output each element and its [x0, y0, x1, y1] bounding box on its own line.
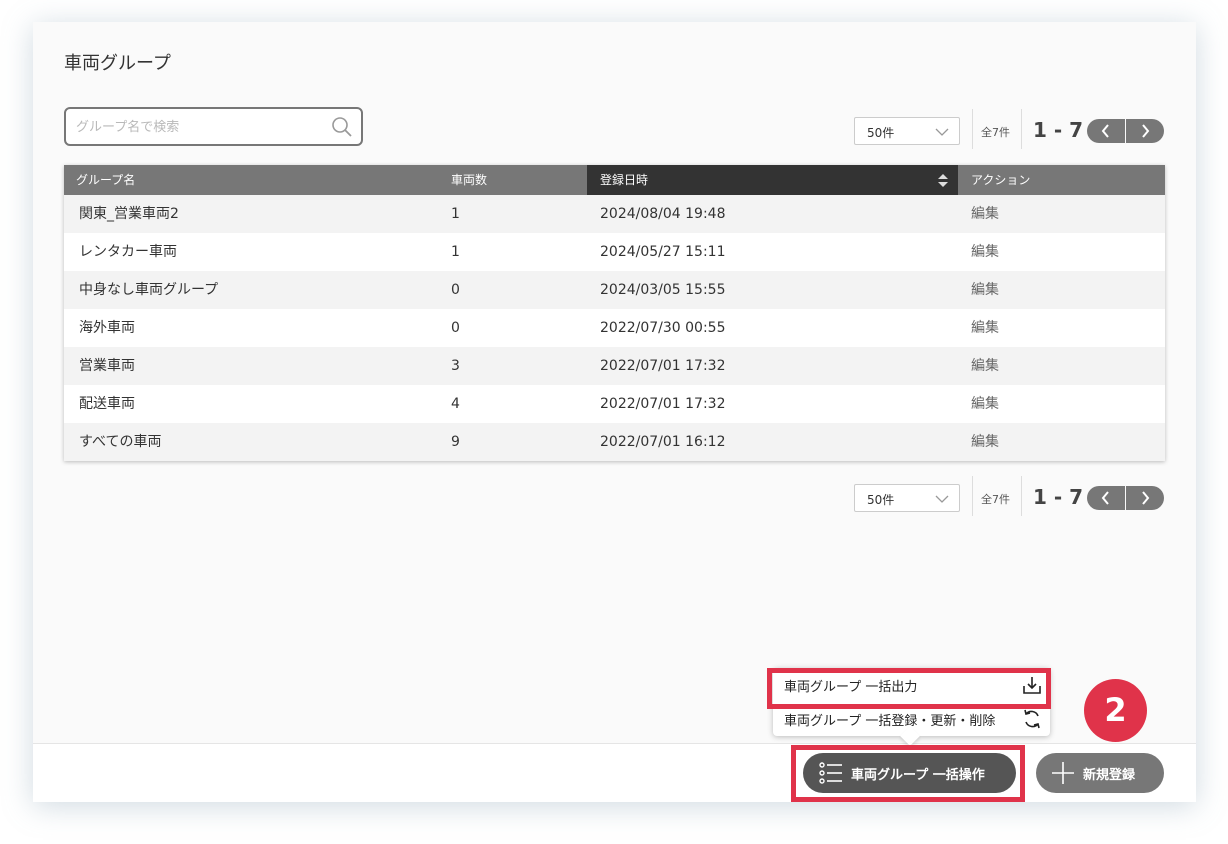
- column-header-name[interactable]: グループ名: [64, 165, 436, 195]
- total-count: 全7件: [981, 493, 1010, 506]
- search-box[interactable]: [64, 107, 363, 146]
- cell-vehicle-count: 9: [451, 434, 460, 450]
- page-title: 車両グループ: [64, 53, 171, 74]
- chevron-left-icon: [1101, 491, 1109, 505]
- sort-icon[interactable]: [938, 174, 948, 187]
- prev-page-button[interactable]: [1087, 119, 1125, 143]
- per-page-value: 50件: [867, 493, 895, 507]
- edit-link[interactable]: 編集: [971, 195, 999, 233]
- step-badge: 2: [1084, 679, 1147, 742]
- chevron-down-icon: [935, 495, 949, 503]
- column-header-label: 登録日時: [600, 173, 649, 187]
- cell-group-name: 営業車両: [79, 358, 135, 374]
- per-page-value: 50件: [867, 126, 895, 140]
- table-row[interactable]: すべての車両 9 2022/07/01 16:12 編集: [64, 423, 1165, 461]
- column-header-label: 車両数: [451, 173, 488, 187]
- plus-icon: [1052, 762, 1074, 784]
- cell-group-name: 関東_営業車両2: [79, 206, 179, 222]
- edit-link[interactable]: 編集: [971, 233, 999, 271]
- cell-vehicle-count: 1: [451, 244, 460, 260]
- per-page-select[interactable]: 50件: [854, 117, 960, 145]
- cell-registered-at: 2022/07/01 17:32: [600, 358, 726, 374]
- chevron-right-icon: [1142, 124, 1150, 138]
- cell-vehicle-count: 4: [451, 396, 460, 412]
- cell-vehicle-count: 0: [451, 320, 460, 336]
- new-registration-button[interactable]: 新規登録: [1036, 753, 1164, 793]
- page-range: 1 - 7: [1033, 485, 1084, 509]
- table-row[interactable]: 中身なし車両グループ 0 2024/03/05 15:55 編集: [64, 271, 1165, 309]
- divider: [1021, 476, 1022, 516]
- vehicle-group-table: グループ名 車両数 登録日時 アクション 関東_営業車両2 1 2024/08/…: [64, 165, 1165, 461]
- per-page-select[interactable]: 50件: [854, 484, 960, 512]
- table-row[interactable]: 営業車両 3 2022/07/01 17:32 編集: [64, 347, 1165, 385]
- column-header-date[interactable]: 登録日時: [587, 165, 958, 195]
- search-icon[interactable]: [331, 116, 353, 138]
- column-header-label: グループ名: [76, 173, 136, 187]
- highlight-box-bulk-button: [791, 745, 1025, 802]
- divider: [1021, 109, 1022, 149]
- prev-page-button[interactable]: [1087, 486, 1125, 510]
- cell-group-name: 中身なし車両グループ: [79, 282, 219, 298]
- refresh-icon: [1024, 709, 1040, 729]
- search-input[interactable]: [76, 116, 326, 138]
- column-header-action[interactable]: アクション: [958, 165, 1165, 195]
- edit-link[interactable]: 編集: [971, 271, 999, 309]
- cell-registered-at: 2024/08/04 19:48: [600, 206, 726, 222]
- cell-registered-at: 2024/03/05 15:55: [600, 282, 726, 298]
- table-header: グループ名 車両数 登録日時 アクション: [64, 165, 1165, 195]
- chevron-down-icon: [935, 128, 949, 136]
- main-window: 車両グループ 50件 全7件 1 - 7: [33, 22, 1196, 802]
- divider: [972, 109, 973, 149]
- cell-group-name: すべての車両: [79, 434, 162, 450]
- table-row[interactable]: 配送車両 4 2022/07/01 17:32 編集: [64, 385, 1165, 423]
- menu-item-label: 車両グループ 一括登録・更新・削除: [784, 714, 996, 729]
- cell-registered-at: 2022/07/30 00:55: [600, 320, 726, 336]
- cell-group-name: 配送車両: [79, 396, 135, 412]
- table-row[interactable]: 海外車両 0 2022/07/30 00:55 編集: [64, 309, 1165, 347]
- pager-bottom: 50件 全7件 1 - 7: [854, 476, 1164, 516]
- cell-vehicle-count: 1: [451, 206, 460, 222]
- column-header-count[interactable]: 車両数: [436, 165, 587, 195]
- divider: [972, 476, 973, 516]
- cell-group-name: 海外車両: [79, 320, 135, 336]
- page-range: 1 - 7: [1033, 118, 1084, 142]
- next-page-button[interactable]: [1126, 119, 1164, 143]
- chevron-right-icon: [1142, 491, 1150, 505]
- chevron-left-icon: [1101, 124, 1109, 138]
- cell-registered-at: 2022/07/01 16:12: [600, 434, 726, 450]
- edit-link[interactable]: 編集: [971, 385, 999, 423]
- edit-link[interactable]: 編集: [971, 347, 999, 385]
- table-row[interactable]: レンタカー車両 1 2024/05/27 15:11 編集: [64, 233, 1165, 271]
- pager-top: 50件 全7件 1 - 7: [854, 109, 1164, 149]
- total-count: 全7件: [981, 126, 1010, 139]
- cell-registered-at: 2022/07/01 17:32: [600, 396, 726, 412]
- next-page-button[interactable]: [1126, 486, 1164, 510]
- edit-link[interactable]: 編集: [971, 423, 999, 461]
- new-registration-label: 新規登録: [1083, 768, 1136, 783]
- edit-link[interactable]: 編集: [971, 309, 999, 347]
- column-header-label: アクション: [971, 173, 1031, 187]
- table-row[interactable]: 関東_営業車両2 1 2024/08/04 19:48 編集: [64, 195, 1165, 233]
- cell-group-name: レンタカー車両: [79, 244, 177, 260]
- cell-vehicle-count: 0: [451, 282, 460, 298]
- table-body: 関東_営業車両2 1 2024/08/04 19:48 編集 レンタカー車両 1…: [64, 195, 1165, 461]
- cell-vehicle-count: 3: [451, 358, 460, 374]
- highlight-box-export: [767, 668, 1051, 709]
- cell-registered-at: 2024/05/27 15:11: [600, 244, 726, 260]
